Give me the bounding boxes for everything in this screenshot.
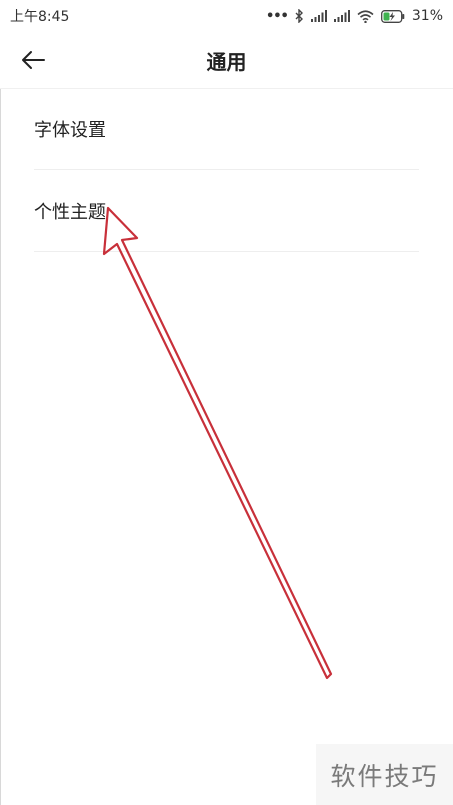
font-settings-item[interactable]: 字体设置 — [34, 88, 419, 170]
personal-theme-label: 个性主题 — [34, 201, 106, 223]
bluetooth-icon — [295, 9, 304, 23]
personal-theme-item[interactable]: 个性主题 — [34, 170, 419, 252]
top-app-bar: 通用 — [0, 32, 453, 89]
signal-icon — [333, 10, 350, 22]
font-settings-label: 字体设置 — [34, 119, 106, 141]
settings-list: 字体设置 个性主题 — [0, 88, 453, 252]
arrow-left-icon — [21, 50, 45, 70]
notification-dots-icon: ••• — [265, 8, 289, 24]
page-title: 通用 — [206, 49, 247, 74]
wifi-icon — [357, 9, 374, 23]
back-button[interactable] — [18, 45, 48, 75]
battery-percent: 31% — [411, 8, 443, 24]
watermark-text: 软件技巧 — [330, 761, 439, 791]
status-icons: ••• 31% — [266, 8, 443, 24]
watermark: 软件技巧 — [316, 744, 453, 805]
battery-charging-icon — [380, 9, 405, 23]
status-bar: 上午8:45 ••• 31% — [0, 0, 453, 32]
status-time: 上午8:45 — [10, 9, 70, 25]
signal-icon — [310, 10, 327, 22]
